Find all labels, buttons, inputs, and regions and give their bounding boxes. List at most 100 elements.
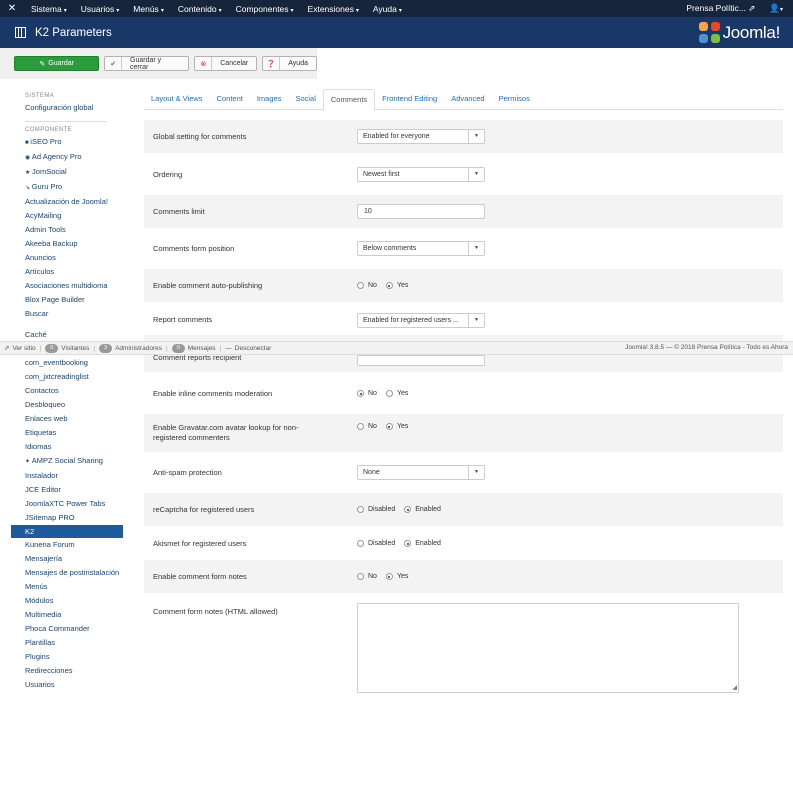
menu-sistema[interactable]: Sistema ▾ bbox=[24, 4, 74, 14]
form-position-select[interactable]: Below comments ▼ bbox=[357, 241, 485, 256]
radio-disabled[interactable]: Disabled bbox=[357, 506, 395, 513]
sidebar-item-label: Caché bbox=[25, 330, 47, 339]
sidebar-item-ad-agency-pro[interactable]: ◉ Ad Agency Pro bbox=[11, 150, 123, 165]
sidebar-item-anuncios[interactable]: Anuncios bbox=[11, 251, 123, 265]
sidebar-item-contactos[interactable]: Contactos bbox=[11, 384, 123, 398]
sidebar-item-acymailing[interactable]: AcyMailing bbox=[11, 209, 123, 223]
radio-disabled[interactable]: Disabled bbox=[357, 540, 395, 547]
save-button[interactable]: ✎ Guardar bbox=[14, 56, 100, 71]
tab-frontend-editing[interactable]: Frontend Editing bbox=[375, 89, 444, 109]
messages-link[interactable]: 0 Mensajes bbox=[168, 343, 220, 353]
toolbar: ✎ Guardar ✔ Guardar y cerrar ⊗ Cancelar ❓ Ay… bbox=[0, 48, 317, 79]
user-menu[interactable]: 👤▾ bbox=[769, 3, 783, 14]
menu-ayuda[interactable]: Ayuda ▾ bbox=[366, 4, 409, 14]
sidebar-item-akeeba-backup[interactable]: Akeeba Backup bbox=[11, 237, 123, 251]
menu-menus[interactable]: Menús ▾ bbox=[126, 4, 171, 14]
radio-no[interactable]: No bbox=[357, 390, 377, 397]
tab-layout-views[interactable]: Layout & Views bbox=[144, 89, 210, 109]
logout-link[interactable]: — Desconectar bbox=[221, 345, 275, 352]
form-row: Enable inline comments moderation No Yes bbox=[144, 377, 783, 410]
sidebar-item-com-jxtcreadinglist[interactable]: com_jxtcreadinglist bbox=[11, 370, 123, 384]
sidebar: SISTEMA Configuración global COMPONENTE … bbox=[11, 88, 123, 692]
cancel-button[interactable]: ⊗ Cancelar bbox=[194, 56, 258, 71]
view-site-link[interactable]: ⇗ Ver sitio bbox=[0, 344, 40, 353]
component-icon: ★ bbox=[25, 170, 33, 176]
sidebar-item-guru-pro[interactable]: ↘ Guru Pro bbox=[11, 180, 123, 195]
tab-content[interactable]: Content bbox=[210, 89, 250, 109]
radio-enabled[interactable]: Enabled bbox=[404, 506, 441, 513]
sidebar-item-desbloqueo[interactable]: Desbloqueo bbox=[11, 398, 123, 412]
field-label: Comment form notes (HTML allowed) bbox=[153, 607, 278, 616]
radio-yes[interactable]: Yes bbox=[385, 423, 408, 430]
tab-advanced[interactable]: Advanced bbox=[444, 89, 491, 109]
radio-yes[interactable]: Yes bbox=[385, 390, 408, 397]
sidebar-item-asociaciones-multidioma[interactable]: Asociaciones multidioma bbox=[11, 279, 123, 293]
sidebar-item-mensajes-de-postinstalaci-n[interactable]: Mensajes de postinstalación bbox=[11, 566, 123, 580]
sidebar-item-label: Actualización de Joomla! bbox=[25, 197, 108, 206]
sidebar-item-multimedia[interactable]: Multimedia bbox=[11, 608, 123, 622]
report-comments-select[interactable]: Enabled for registered users ... ▼ bbox=[357, 312, 485, 328]
sidebar-item-label: Admin Tools bbox=[25, 225, 66, 234]
sidebar-item-jsitemap-pro[interactable]: JSitemap PRO bbox=[11, 511, 123, 525]
sidebar-item-cach[interactable]: Caché bbox=[11, 328, 123, 342]
sidebar-item-idiomas[interactable]: Idiomas bbox=[11, 440, 123, 454]
radio-no[interactable]: No bbox=[357, 282, 377, 289]
global-comments-select[interactable]: Enabled for everyone ▼ bbox=[357, 129, 485, 144]
radio-enabled[interactable]: Enabled bbox=[404, 540, 441, 547]
help-button[interactable]: ❓ Ayuda bbox=[262, 56, 317, 71]
radio-yes[interactable]: Yes bbox=[385, 282, 408, 289]
comments-limit-input[interactable]: 10 bbox=[357, 204, 485, 219]
menu-extensiones[interactable]: Extensiones ▾ bbox=[301, 4, 366, 14]
sidebar-item-ampz-social-sharing[interactable]: ✦ AMPZ Social Sharing bbox=[11, 454, 123, 469]
sidebar-item-admin-tools[interactable]: Admin Tools bbox=[11, 223, 123, 237]
sidebar-item-k2[interactable]: K2 bbox=[11, 525, 123, 538]
menu-usuarios[interactable]: Usuarios ▾ bbox=[74, 4, 127, 14]
sidebar-item-com-eventbooking[interactable]: com_eventbooking bbox=[11, 356, 123, 370]
site-link[interactable]: Prensa Polític... ⇗ bbox=[686, 3, 755, 14]
sidebar-item-m-dulos[interactable]: Módulos bbox=[11, 594, 123, 608]
sidebar-item-instalador[interactable]: Instalador bbox=[11, 469, 123, 483]
radio-no[interactable]: No bbox=[357, 573, 377, 580]
sidebar-item-kunena-forum[interactable]: Kunena Forum bbox=[11, 538, 123, 552]
sidebar-item-art-culos[interactable]: Artículos bbox=[11, 265, 123, 279]
sidebar-item-jomsocial[interactable]: ★ JomSocial bbox=[11, 165, 123, 180]
joomla-menu-icon[interactable]: ✕ bbox=[0, 3, 24, 14]
report-recipient-input[interactable] bbox=[357, 355, 485, 366]
sidebar-item-men-s[interactable]: Menús bbox=[11, 580, 123, 594]
visitors-link[interactable]: 0 Visitantes bbox=[41, 343, 93, 353]
sidebar-item-buscar[interactable]: Buscar bbox=[11, 307, 123, 320]
sidebar-item-blox-page-builder[interactable]: Blox Page Builder bbox=[11, 293, 123, 307]
sidebar-item-actualizaci-n-de-joomla[interactable]: Actualización de Joomla! bbox=[11, 195, 123, 209]
form-notes-textarea[interactable]: ◢ bbox=[357, 603, 739, 693]
save-close-button[interactable]: ✔ Guardar y cerrar bbox=[104, 56, 190, 71]
sidebar-item-enlaces-web[interactable]: Enlaces web bbox=[11, 412, 123, 426]
menu-componentes[interactable]: Componentes ▾ bbox=[229, 4, 301, 14]
sidebar-item-label: Multimedia bbox=[25, 610, 62, 619]
sidebar-item-mensajer-a[interactable]: Mensajería bbox=[11, 552, 123, 566]
sidebar-item-iseo-pro[interactable]: ■ iSEO Pro bbox=[11, 135, 123, 150]
resize-handle-icon[interactable]: ◢ bbox=[732, 684, 737, 691]
tab-comments[interactable]: Comments bbox=[322, 89, 376, 111]
menu-contenido[interactable]: Contenido ▾ bbox=[171, 4, 229, 14]
sidebar-item-usuarios[interactable]: Usuarios bbox=[11, 678, 123, 692]
sidebar-item-plantillas[interactable]: Plantillas bbox=[11, 636, 123, 650]
ordering-select[interactable]: Newest first ▼ bbox=[357, 167, 485, 182]
tab-social[interactable]: Social bbox=[288, 89, 322, 109]
form-row: Comment form notes (HTML allowed) ◢ bbox=[144, 598, 783, 696]
sidebar-item-plugins[interactable]: Plugins bbox=[11, 650, 123, 664]
radio-no[interactable]: No bbox=[357, 423, 377, 430]
tab-images[interactable]: Images bbox=[250, 89, 289, 109]
sidebar-item-joomlaxtc-power-tabs[interactable]: JoomlaXTC Power Tabs bbox=[11, 497, 123, 511]
sidebar-item-etiquetas[interactable]: Etiquetas bbox=[11, 426, 123, 440]
sidebar-item-label: Mensajería bbox=[25, 554, 63, 563]
sidebar-item-phoca-commander[interactable]: Phoca Commander bbox=[11, 622, 123, 636]
sidebar-item-jce-editor[interactable]: JCE Editor bbox=[11, 483, 123, 497]
sidebar-item-global-config[interactable]: Configuración global bbox=[11, 101, 123, 115]
form-row: Enable comment form notes No Yes bbox=[144, 560, 783, 593]
antispam-select[interactable]: None ▼ bbox=[357, 465, 485, 480]
sidebar-item-redirecciones[interactable]: Redirecciones bbox=[11, 664, 123, 678]
radio-yes[interactable]: Yes bbox=[385, 573, 408, 580]
tab-permisos[interactable]: Permisos bbox=[492, 89, 537, 109]
admins-link[interactable]: 3 Administradores bbox=[95, 343, 166, 353]
sidebar-item-label: com_eventbooking bbox=[25, 358, 88, 367]
